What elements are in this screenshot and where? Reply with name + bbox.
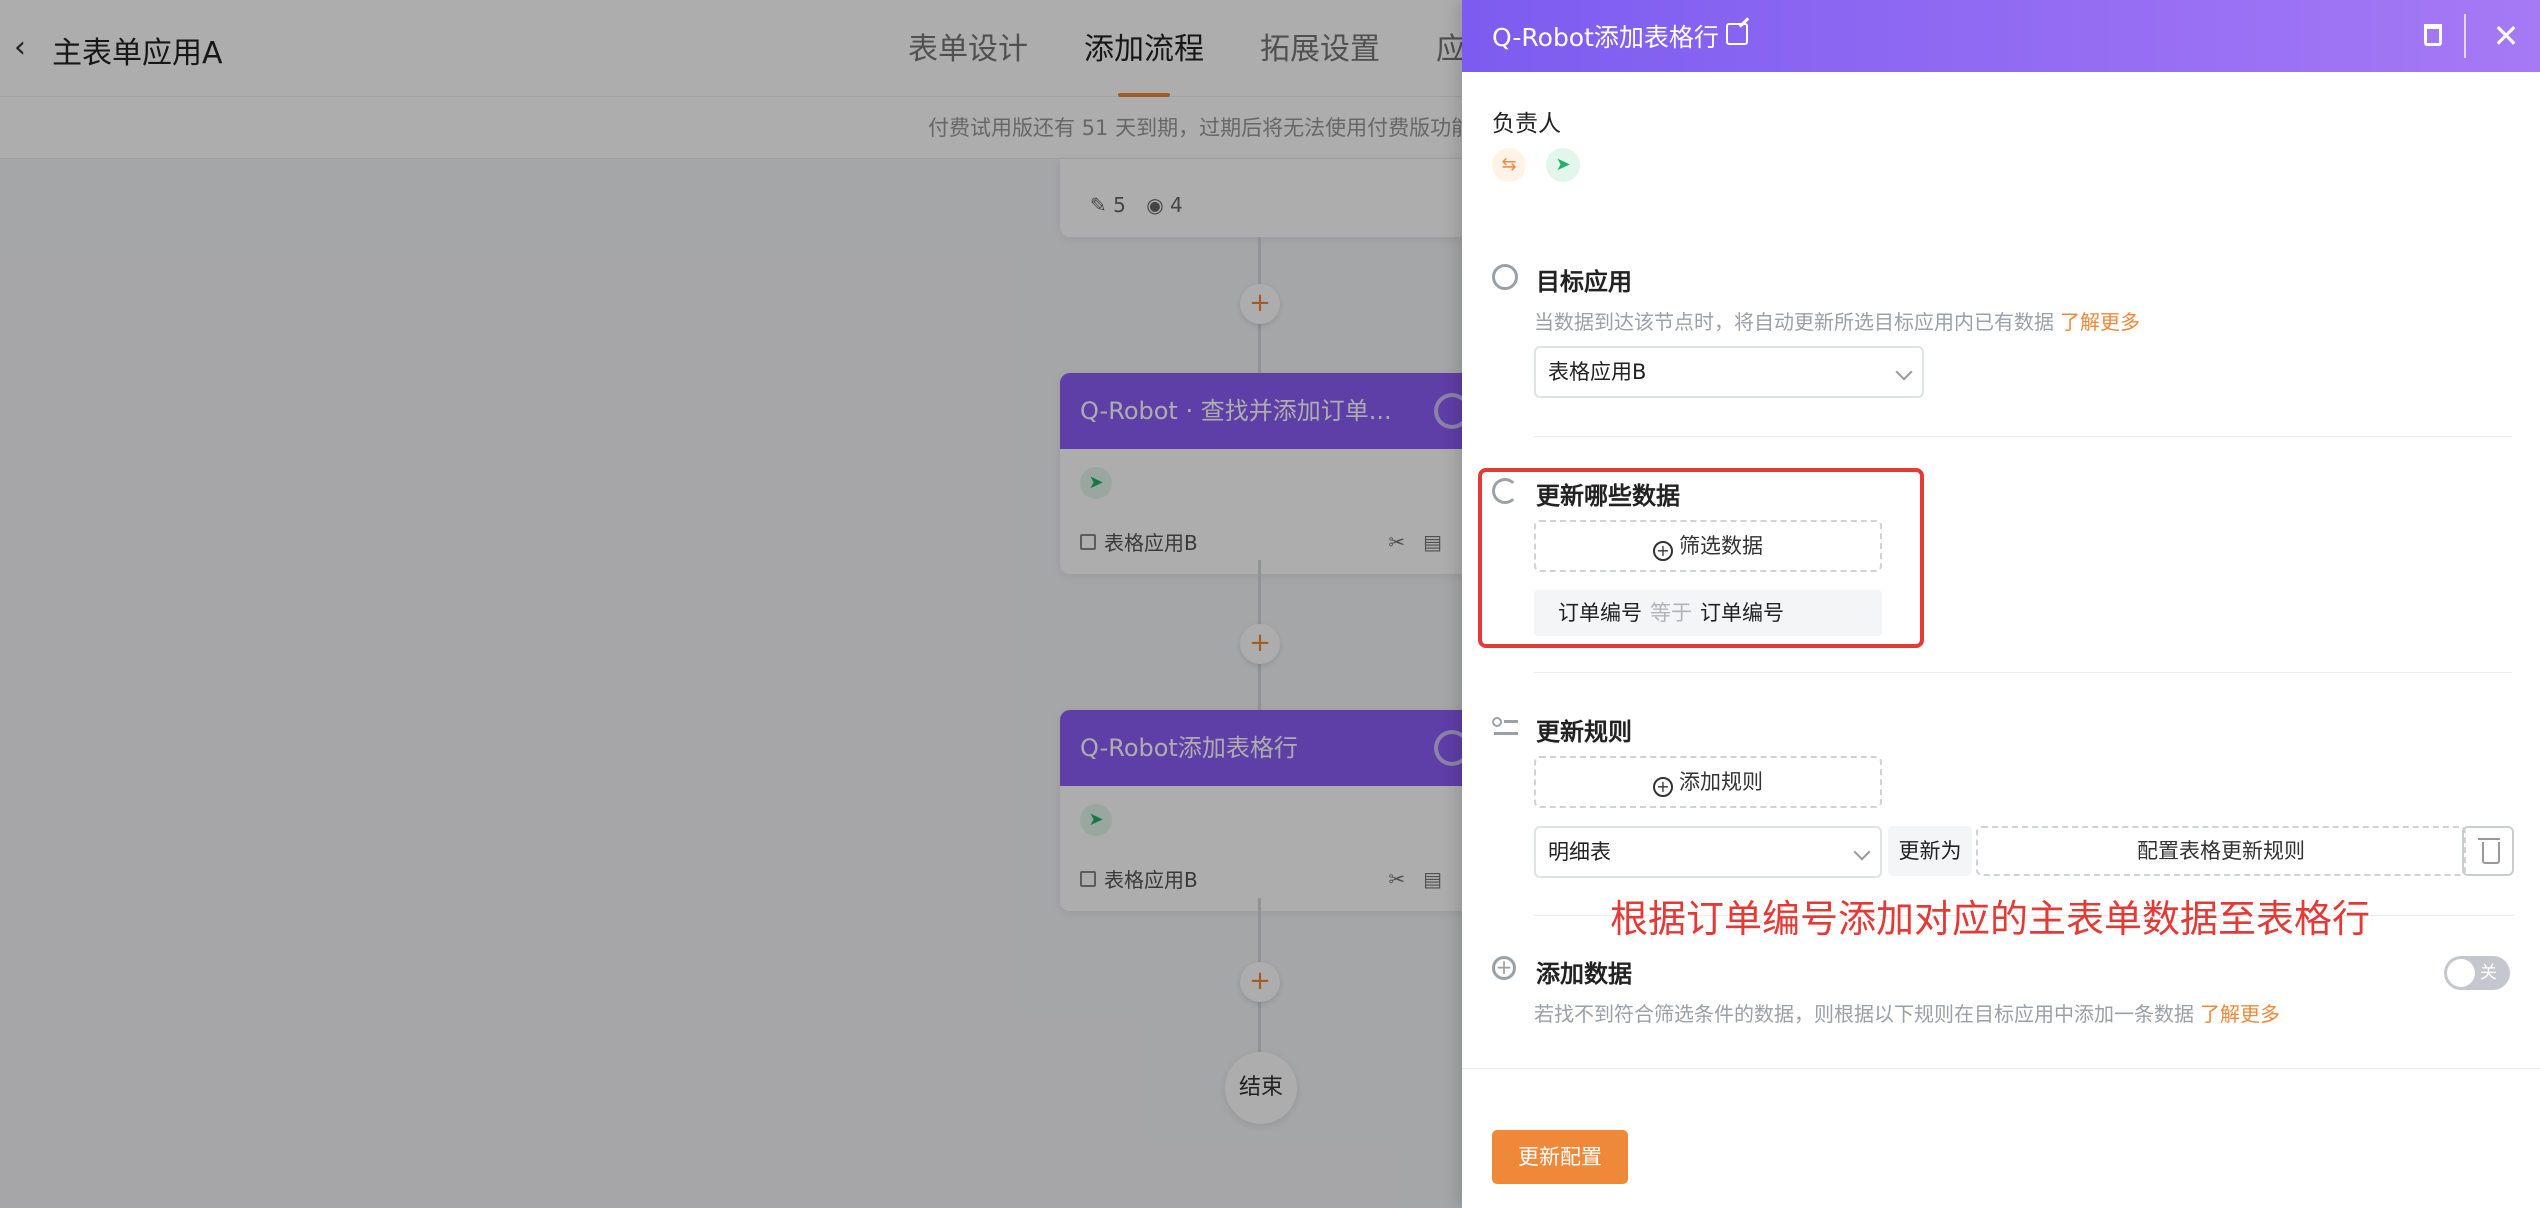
add-circle-icon: +: [1492, 956, 1516, 980]
target-app-desc: 当数据到达该节点时，将自动更新所选目标应用内已有数据 了解更多: [1534, 310, 2140, 334]
owner-label: 负责人: [1492, 111, 1561, 137]
target-app-select[interactable]: 表格应用B: [1534, 346, 1924, 398]
delete-node-icon[interactable]: [2424, 24, 2442, 46]
node-config-drawer: Q-Robot添加表格行 ✕ 负责人 ⇆ ➤ 目标应用 当数据到达该节点时，将自…: [1462, 0, 2540, 1208]
filter-condition[interactable]: 订单编号 等于 订单编号: [1534, 590, 1882, 636]
telegram-icon[interactable]: ➤: [1546, 148, 1580, 182]
annotation-text: 根据订单编号添加对应的主表单数据至表格行: [1610, 897, 2371, 941]
toggle-knob: [2447, 959, 2475, 987]
footer-divider: [1462, 1068, 2540, 1069]
delete-rule-icon[interactable]: [2462, 826, 2514, 876]
target-icon: [1492, 264, 1518, 290]
update-rules-title: 更新规则: [1536, 718, 1632, 746]
drawer-header: Q-Robot添加表格行 ✕: [1462, 0, 2540, 72]
list-icon: [1492, 714, 1518, 740]
header-divider: [2464, 14, 2466, 58]
plus-circle-icon: +: [1653, 541, 1673, 561]
modal-overlay[interactable]: [0, 0, 1462, 1208]
update-to-label: 更新为: [1888, 826, 1972, 876]
edit-title-icon[interactable]: [1726, 23, 1748, 45]
update-config-button[interactable]: 更新配置: [1492, 1130, 1628, 1184]
config-table-rule-button[interactable]: 配置表格更新规则: [1976, 826, 2466, 876]
filter-data-button[interactable]: + 筛选数据: [1534, 520, 1882, 572]
add-data-toggle[interactable]: 关: [2444, 956, 2510, 990]
add-data-desc: 若找不到符合筛选条件的数据，则根据以下规则在目标应用中添加一条数据 了解更多: [1534, 1002, 2280, 1026]
chevron-down-icon: [1895, 363, 1913, 381]
section-divider: [1534, 436, 2512, 437]
add-data-title: 添加数据: [1536, 960, 1632, 988]
add-rule-button[interactable]: + 添加规则: [1534, 756, 1882, 808]
target-app-title: 目标应用: [1536, 268, 1632, 296]
which-data-title: 更新哪些数据: [1536, 482, 1680, 510]
learn-more-link[interactable]: 了解更多: [2200, 1002, 2280, 1026]
chevron-down-icon: [1853, 843, 1871, 861]
table-select[interactable]: 明细表: [1534, 826, 1882, 878]
swap-icon[interactable]: ⇆: [1492, 148, 1526, 182]
close-icon[interactable]: ✕: [2484, 14, 2528, 58]
drawer-title: Q-Robot添加表格行: [1492, 23, 1719, 52]
plus-circle-icon: +: [1653, 777, 1673, 797]
learn-more-link[interactable]: 了解更多: [2060, 310, 2140, 334]
section-divider: [1534, 672, 2512, 673]
refresh-icon: [1492, 478, 1518, 504]
toggle-label: 关: [2480, 963, 2497, 983]
